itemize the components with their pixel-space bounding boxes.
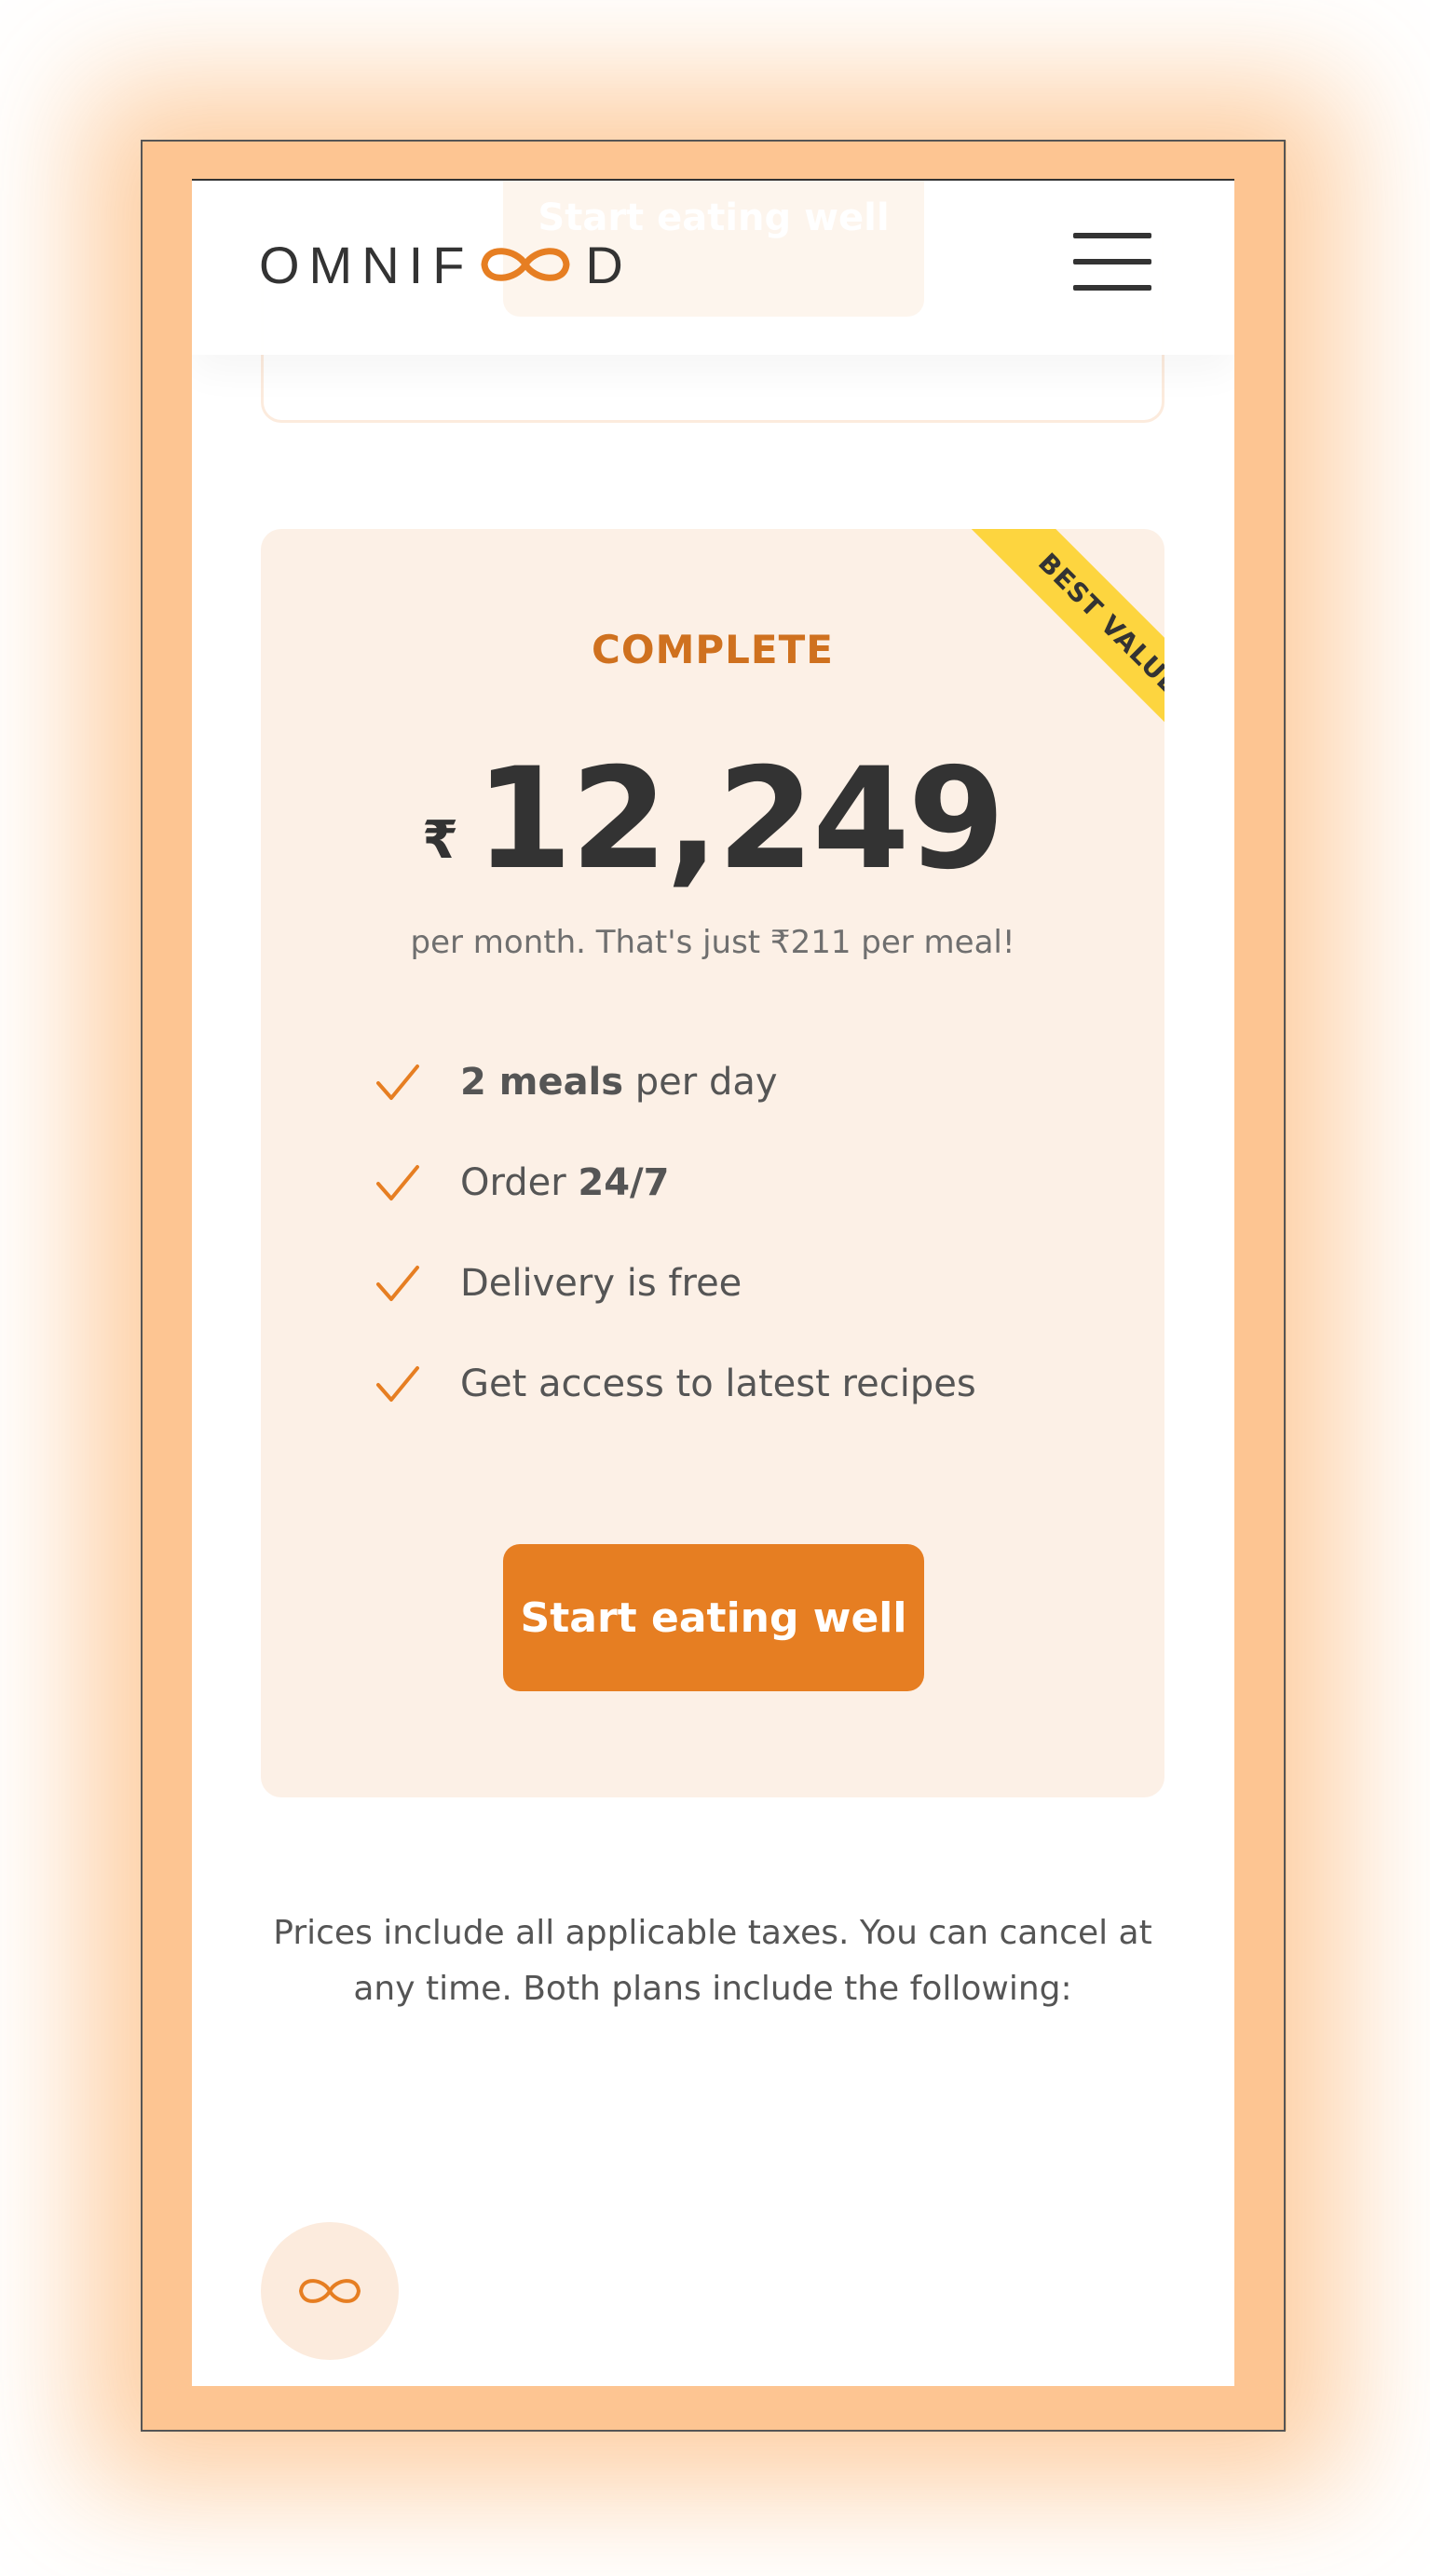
phone-screen[interactable]: Start eating well OMNIF D BEST VALUE COM… xyxy=(192,179,1234,2386)
price-note: per month. That's just ₹211 per meal! xyxy=(410,924,1015,961)
currency-symbol: ₹ xyxy=(422,810,459,871)
logo[interactable]: OMNIF D xyxy=(259,235,633,294)
hamburger-icon xyxy=(1073,233,1151,238)
plan-price: ₹12,249 xyxy=(261,739,1164,901)
logo-text-right: D xyxy=(585,235,633,294)
feature-list: 2 meals per day Order 24/7 Delivery is f… xyxy=(373,1032,1118,1434)
feature-text: 2 meals per day xyxy=(460,1061,778,1104)
hamburger-line xyxy=(1073,259,1151,264)
price-amount: 12,249 xyxy=(475,739,1005,901)
checkmark-icon xyxy=(376,1064,419,1100)
hamburger-menu-button[interactable] xyxy=(1073,233,1151,292)
feature-text: Order 24/7 xyxy=(460,1161,670,1204)
feature-text: Get access to latest recipes xyxy=(460,1363,976,1405)
pricing-footnote: Prices include all applicable taxes. You… xyxy=(273,1914,1152,2008)
list-item: Get access to latest recipes xyxy=(373,1334,1118,1434)
feature-icon-badge xyxy=(261,2222,399,2360)
list-item: Order 24/7 xyxy=(373,1132,1118,1233)
feature-text: Delivery is free xyxy=(460,1262,742,1305)
pricing-plan-complete: BEST VALUE COMPLETE ₹12,249 per month. T… xyxy=(261,529,1164,1797)
hamburger-line xyxy=(1073,285,1151,291)
checkmark-icon xyxy=(376,1165,419,1200)
plan-name: COMPLETE xyxy=(592,627,834,672)
logo-text-left: OMNIF xyxy=(259,235,474,294)
checkmark-icon xyxy=(376,1366,419,1402)
infinity-icon xyxy=(298,2279,361,2303)
infinity-logo-icon xyxy=(481,248,570,281)
start-eating-well-button[interactable]: Start eating well xyxy=(503,1544,924,1691)
checkmark-icon xyxy=(376,1266,419,1301)
list-item: 2 meals per day xyxy=(373,1032,1118,1132)
list-item: Delivery is free xyxy=(373,1233,1118,1334)
